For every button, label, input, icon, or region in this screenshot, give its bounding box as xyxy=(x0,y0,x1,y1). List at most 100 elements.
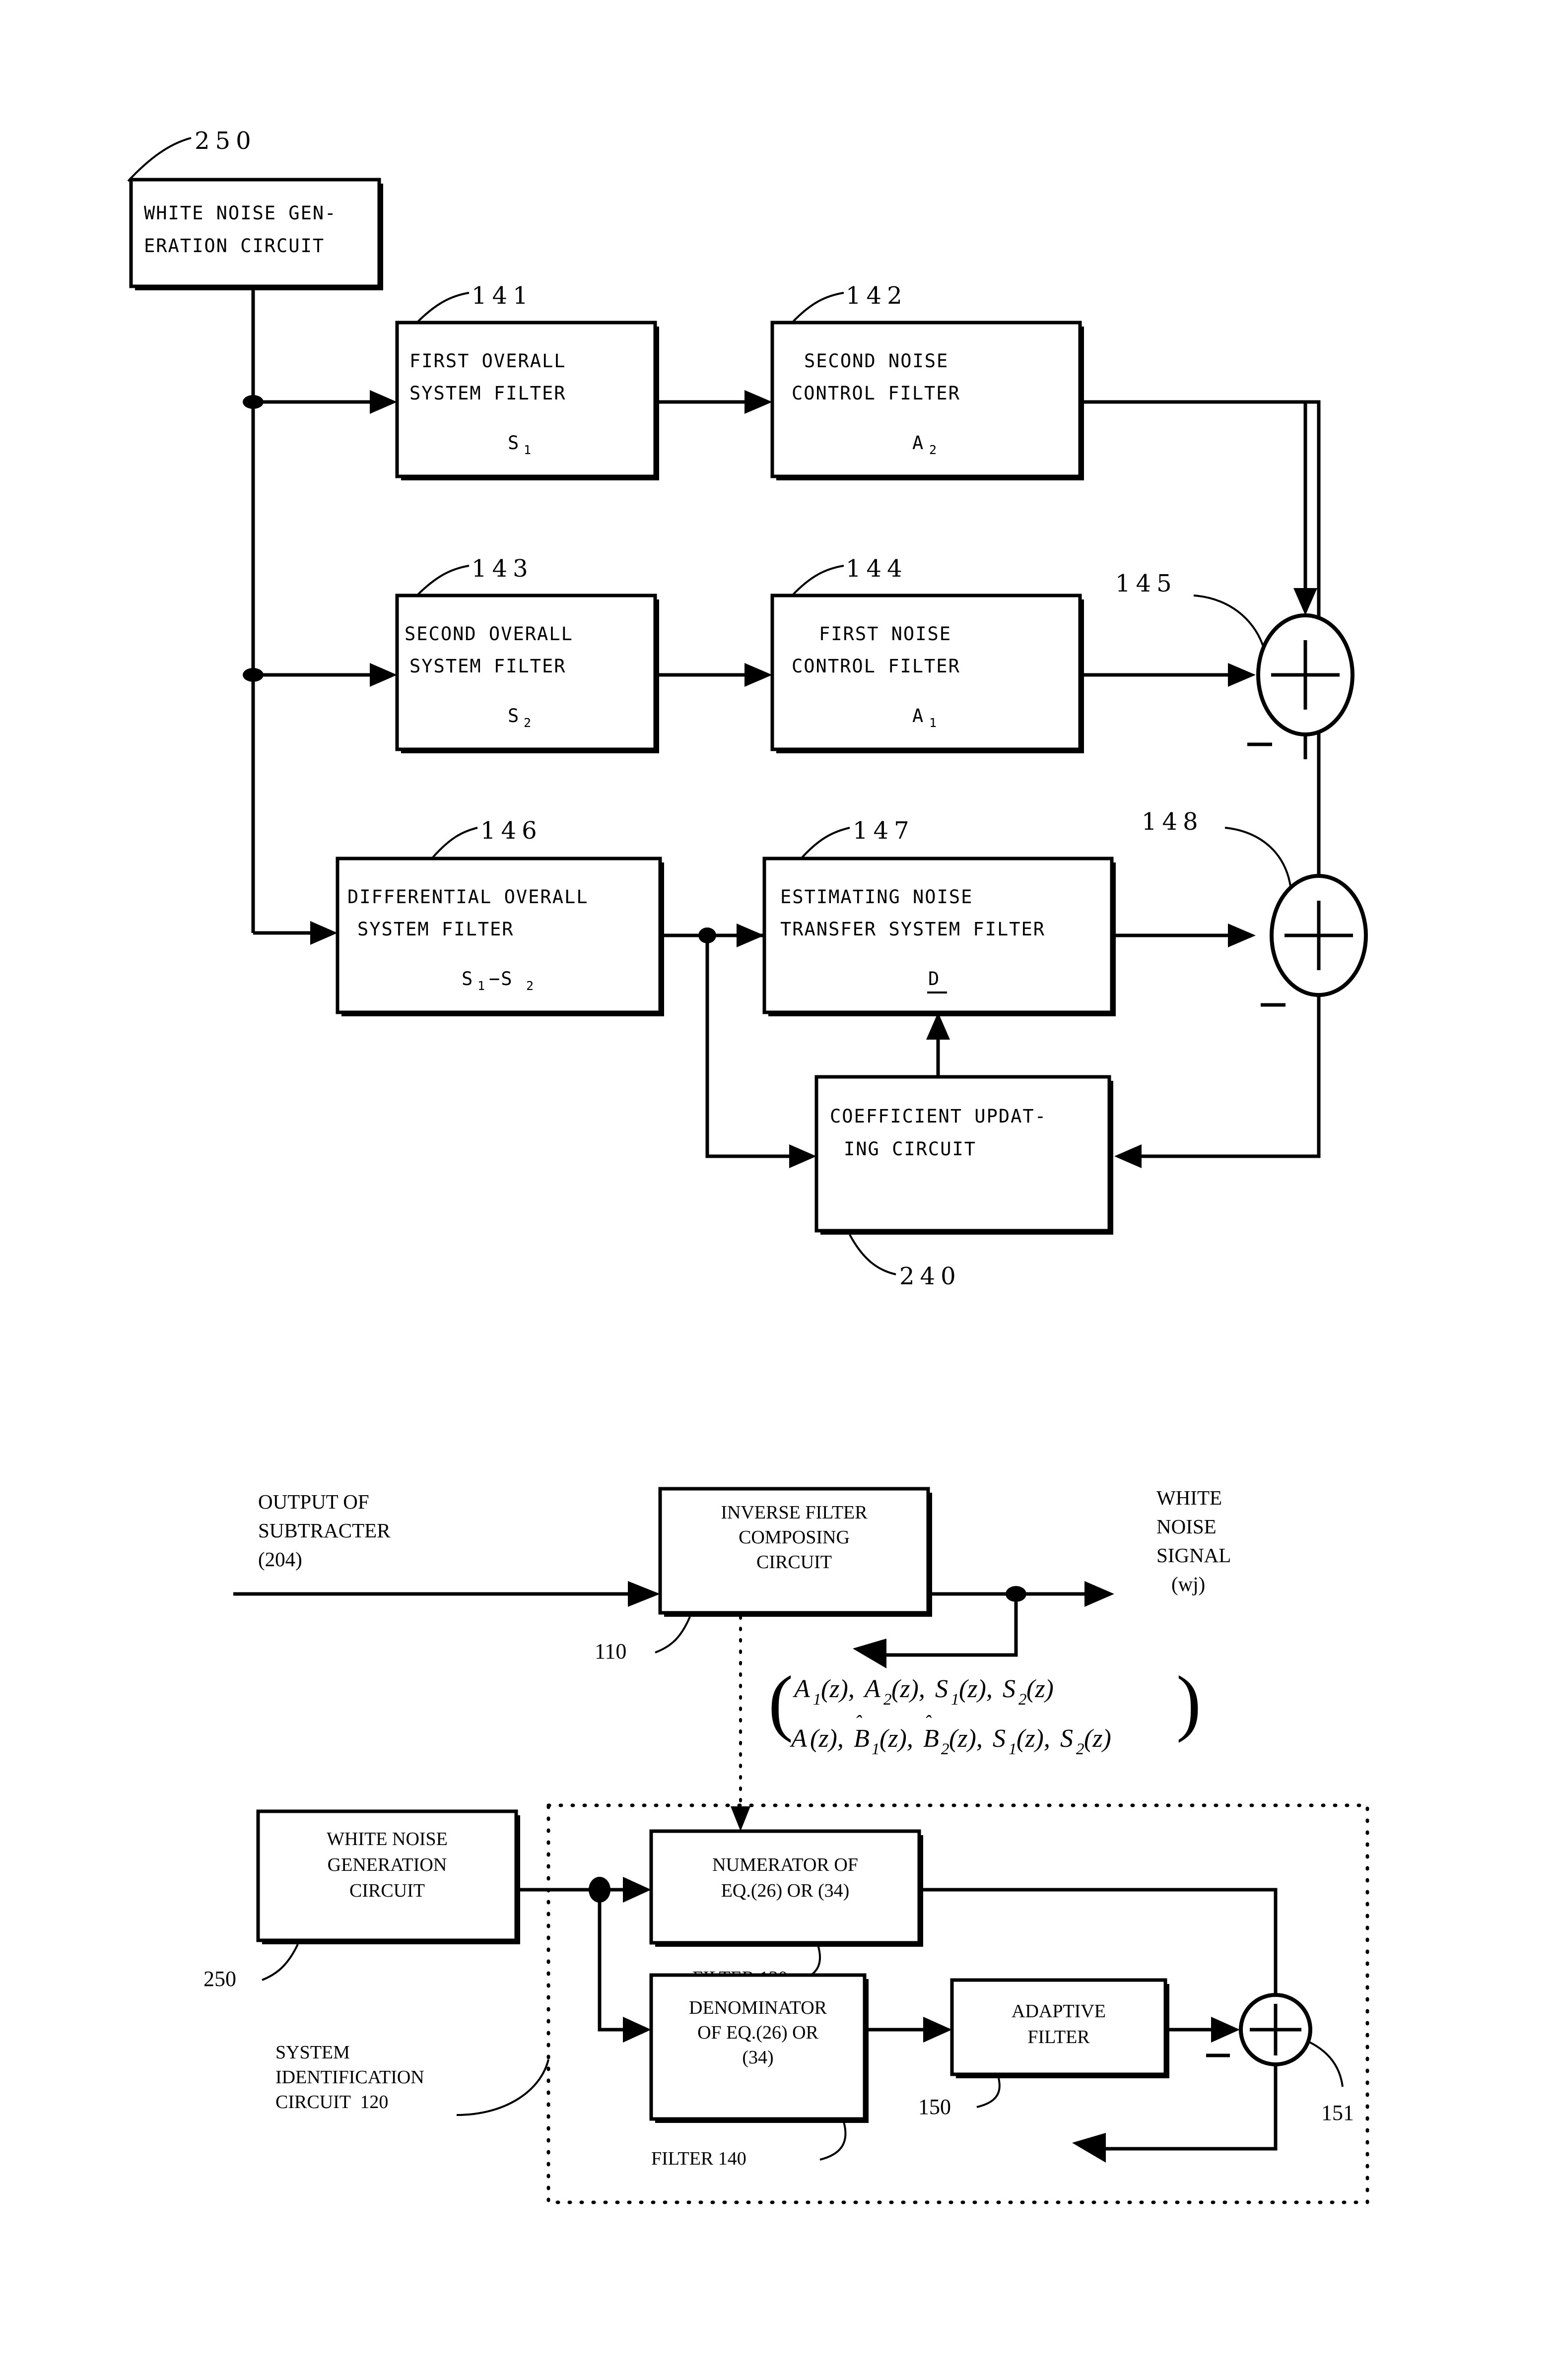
svg-text:S: S xyxy=(1003,1675,1015,1703)
svg-text:(z),: (z), xyxy=(891,1675,925,1703)
ref-150: 150 xyxy=(918,2095,951,2119)
svg-text:S: S xyxy=(993,1724,1006,1753)
block-110-line-2: COMPOSING xyxy=(739,1527,850,1548)
brace-right: ) xyxy=(1176,1661,1201,1743)
svg-text:(z),: (z), xyxy=(810,1724,844,1753)
arrowhead-feedback-to-110 xyxy=(853,1639,886,1668)
svg-text:A: A xyxy=(790,1724,807,1753)
wire-split-to-denominator xyxy=(598,1890,623,2032)
input-label-line-3: (204) xyxy=(258,1548,302,1571)
block-240-line-2: ING CIRCUIT xyxy=(844,1138,976,1160)
block-142-line-2: CONTROL FILTER xyxy=(792,383,960,404)
arrowhead-141-to-142 xyxy=(744,390,772,414)
block-141-line-1: FIRST OVERALL xyxy=(409,350,566,372)
noisegen-line-1: WHITE NOISE xyxy=(327,1829,448,1850)
ref-141: 141 xyxy=(472,282,534,310)
block-110-line-3: CIRCUIT xyxy=(756,1552,832,1573)
block-144-line-1: FIRST NOISE xyxy=(819,623,951,645)
block-142-symbol-sub: 2 xyxy=(929,443,937,457)
svg-text:(z): (z) xyxy=(1026,1675,1054,1703)
ref-145: 145 xyxy=(1115,570,1177,597)
ref-146: 146 xyxy=(480,817,542,845)
block-146-symbol2: −S xyxy=(489,968,513,990)
ref-240: 240 xyxy=(899,1262,961,1290)
block-146-symbol: S xyxy=(462,968,474,990)
arrowhead-to-denominator xyxy=(623,2017,651,2043)
svg-text:2: 2 xyxy=(883,1691,892,1709)
source-block xyxy=(129,178,381,288)
leader-147 xyxy=(800,827,850,859)
arrowhead-top-145 xyxy=(1293,588,1317,615)
svg-text:2: 2 xyxy=(941,1740,949,1758)
source-line-2: ERATION CIRCUIT xyxy=(144,235,325,257)
ref-142: 142 xyxy=(846,282,908,310)
block-142-symbol: A xyxy=(912,432,924,454)
denominator-line-1: DENOMINATOR xyxy=(689,1997,827,2018)
sysid-line-1: SYSTEM xyxy=(275,2042,350,2063)
caption-filter-140: FILTER 140 xyxy=(651,2148,746,2169)
upper-block-diagram: 250 WHITE NOISE GEN- ERATION CIRCUIT 141… xyxy=(127,127,1368,1290)
svg-text:A: A xyxy=(793,1675,810,1703)
svg-text:2: 2 xyxy=(1076,1740,1084,1758)
leader-sysid xyxy=(456,2059,549,2116)
arrowhead-to-adaptive xyxy=(923,2017,952,2043)
ref-143: 143 xyxy=(472,555,534,583)
svg-text:1: 1 xyxy=(813,1691,821,1709)
denominator-line-3: (34) xyxy=(742,2047,773,2068)
output-label-line-1: WHITE xyxy=(1156,1486,1222,1509)
leader-141 xyxy=(416,292,470,324)
leader-filter140 xyxy=(819,2121,847,2161)
arrowhead-to-146 xyxy=(310,921,338,945)
arrowhead-tap-to-240 xyxy=(789,1144,816,1168)
block-146-line-1: DIFFERENTIAL OVERALL xyxy=(347,886,589,908)
arrowhead-148-to-240 xyxy=(1114,1144,1142,1168)
noisegen-line-3: CIRCUIT xyxy=(349,1880,425,1901)
svg-text:̂: ̂ xyxy=(926,1715,932,1718)
block-142-line-1: SECOND NOISE xyxy=(804,350,948,372)
input-label-line-2: SUBTRACTER xyxy=(258,1519,391,1542)
input-label-line-1: OUTPUT OF xyxy=(258,1490,369,1513)
coef-line-1: A 1 (z), A 2 (z), S 1 (z), S 2 (z) xyxy=(793,1675,1054,1709)
ref-144: 144 xyxy=(846,555,908,583)
block-144-line-2: CONTROL FILTER xyxy=(792,656,960,677)
adaptive-line-2: FILTER xyxy=(1027,2027,1090,2048)
output-label-line-4: (wj) xyxy=(1171,1573,1205,1595)
block-143-line-2: SYSTEM FILTER xyxy=(409,656,566,677)
svg-text:(z),: (z), xyxy=(1016,1724,1050,1753)
block-147-line-2: TRANSFER SYSTEM FILTER xyxy=(780,919,1045,940)
svg-text:S: S xyxy=(1060,1724,1073,1753)
svg-text:1: 1 xyxy=(951,1691,959,1709)
ref-147: 147 xyxy=(853,817,915,845)
block-144-symbol-sub: 1 xyxy=(929,716,937,730)
noisegen-line-2: GENERATION xyxy=(328,1854,447,1875)
block-143-symbol: S xyxy=(508,705,520,727)
svg-text:(z): (z) xyxy=(1084,1724,1111,1753)
ref-110: 110 xyxy=(595,1639,626,1663)
block-141-line-2: SYSTEM FILTER xyxy=(409,383,566,404)
block-143-symbol-sub: 2 xyxy=(524,716,531,730)
arrowhead-dotted-control xyxy=(731,1806,750,1831)
denominator-line-2: OF EQ.(26) OR xyxy=(697,2022,818,2043)
svg-text:(z),: (z), xyxy=(879,1724,913,1753)
svg-text:(z),: (z), xyxy=(949,1724,983,1753)
leader-146 xyxy=(431,827,478,859)
block-141-symbol: S xyxy=(508,432,520,454)
output-label-line-3: SIGNAL xyxy=(1156,1544,1231,1567)
leader-142 xyxy=(791,292,844,324)
lower-block-diagram: OUTPUT OF SUBTRACTER (204) INVERSE FILTE… xyxy=(203,1486,1369,2204)
junction-dot-output xyxy=(1006,1586,1026,1602)
svg-text:1: 1 xyxy=(872,1740,880,1758)
arrowhead-to-141 xyxy=(370,390,397,414)
sysid-line-2: IDENTIFICATION xyxy=(275,2067,424,2088)
leader-145 xyxy=(1193,595,1268,661)
block-146-symbol-sub: 1 xyxy=(477,979,485,993)
arrowhead-151-feedback xyxy=(1072,2133,1106,2163)
coef-line-2: A (z), B ̂ 1 (z), B ̂ 2 (z), S 1 (z), S … xyxy=(790,1715,1111,1758)
arrowhead-into-148-left xyxy=(1228,924,1256,947)
output-label-line-2: NOISE xyxy=(1156,1515,1217,1538)
block-141-symbol-sub: 1 xyxy=(524,443,531,457)
ref-148: 148 xyxy=(1142,808,1204,836)
leader-150 xyxy=(976,2078,1001,2108)
arrowhead-output xyxy=(1084,1581,1114,1607)
svg-text:B: B xyxy=(923,1724,939,1753)
